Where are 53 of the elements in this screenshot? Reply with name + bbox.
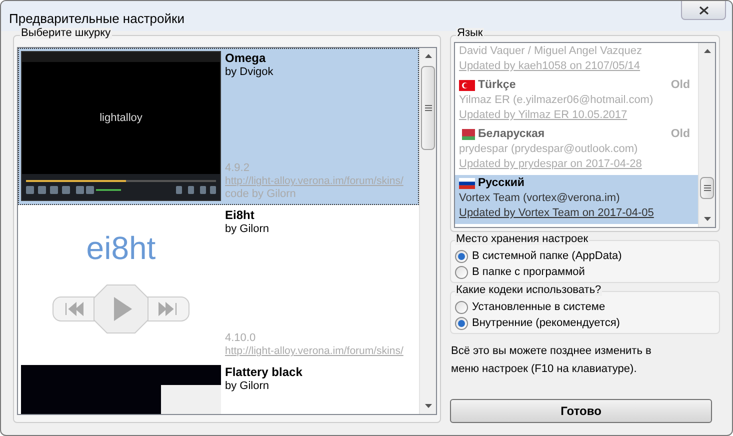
logo-text: lightalloy — [100, 110, 142, 126]
scrollbar[interactable] — [419, 48, 436, 414]
settings-note: Всё это вы можете позднее изменить в меню настроек (F10 на клавиатуре). — [450, 344, 652, 377]
flag-icon — [459, 129, 475, 140]
update-link[interactable]: Updated by Vortex Team on 2017-04-05 — [459, 206, 694, 221]
up-arrow-icon[interactable] — [704, 49, 711, 53]
group-title: Место хранения настроек — [455, 234, 590, 245]
scrollbar[interactable] — [698, 43, 715, 227]
logo-text: ei8ht — [86, 232, 156, 264]
skin-credit: code by Gilorn — [225, 188, 297, 201]
translator-name: Yilmaz ER (e.yilmazer06@hotmail.com) — [459, 93, 654, 108]
translator-name: David Vaquer / Miguel Angel Vazquez — [459, 44, 644, 59]
down-arrow-icon[interactable] — [704, 217, 711, 221]
skin-name: Ei8ht — [225, 208, 256, 222]
down-arrow-icon[interactable] — [425, 404, 432, 408]
skin-author: by Dvigok — [225, 65, 274, 79]
translator-name: prydespar (prydespar@outlook.com) — [459, 142, 639, 157]
skin-author: by Gilorn — [225, 222, 270, 236]
old-label: Old — [670, 127, 690, 142]
radio-label[interactable]: Установленные в системе — [472, 300, 606, 314]
done-button[interactable]: Готово — [450, 399, 712, 423]
scrollbar-thumb[interactable] — [700, 177, 714, 199]
radio-label[interactable]: В системной папке (AppData) — [472, 249, 622, 263]
flag-icon — [459, 178, 475, 189]
language-item[interactable]: Русский Vortex Team (vortex@verona.im) Updated by Vortex Team on 2017-04-05 — [455, 175, 698, 224]
skin-name: Flattery black — [225, 365, 304, 379]
radio-label[interactable]: В папке с программой — [472, 265, 585, 279]
translator-name: Vortex Team (vortex@verona.im) — [459, 191, 621, 206]
skin-version: 4.10.0 — [225, 332, 257, 345]
radio-button[interactable] — [455, 316, 468, 330]
language-name: Беларуская — [478, 127, 545, 142]
close-icon — [698, 6, 708, 14]
language-name: Türkçe — [478, 78, 516, 93]
old-label: Old — [670, 78, 690, 93]
skin-version: 4.9.2 — [225, 162, 250, 175]
skin-author: by Gilorn — [225, 379, 270, 393]
grip-icon — [704, 185, 710, 191]
group-title: Какие кодеки использовать? — [455, 285, 602, 296]
close-button[interactable] — [681, 1, 726, 20]
group-title: Язык — [456, 28, 484, 39]
up-arrow-icon[interactable] — [425, 54, 432, 58]
skin-item[interactable]: lightalloy Omega by Dvigok 4.9.2 http://light-alloy.verona.im/forum/skins/ code by Gilorn — [18, 48, 419, 205]
flag-icon — [459, 80, 475, 91]
radio-button[interactable] — [455, 250, 468, 262]
grip-icon — [424, 105, 432, 111]
skin-name: Omega — [225, 51, 267, 65]
radio-button[interactable] — [455, 300, 468, 314]
radio-label[interactable]: Внутренние (рекомендуется) — [472, 316, 620, 330]
group-title: Выберите шкурку — [20, 28, 112, 39]
radio-button[interactable] — [455, 266, 468, 278]
scrollbar-thumb[interactable] — [421, 66, 435, 150]
window-title: Предварительные настройки — [9, 10, 184, 28]
language-name: Русский — [478, 176, 524, 191]
